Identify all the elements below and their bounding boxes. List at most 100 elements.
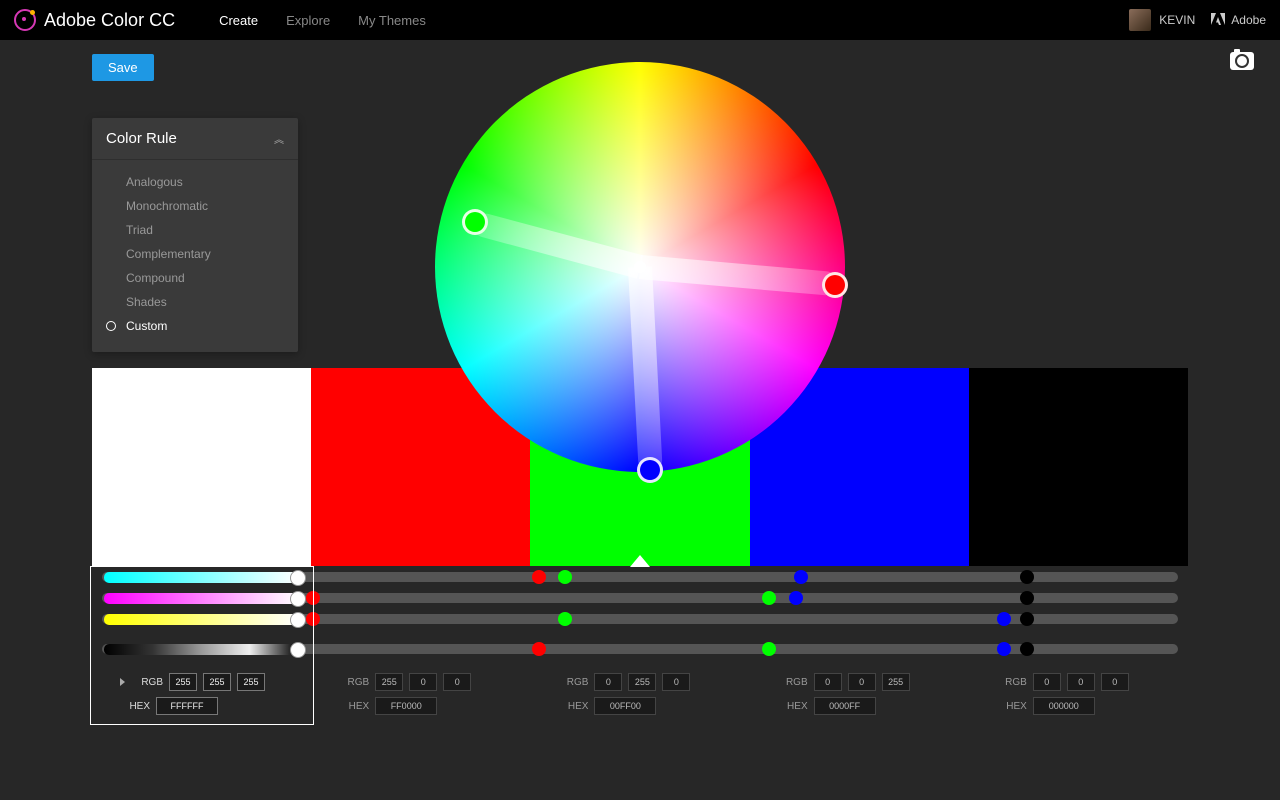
user-menu[interactable]: KEVIN (1129, 9, 1195, 31)
hex-value-input[interactable]: 00FF00 (594, 697, 656, 715)
slider-handle[interactable] (762, 591, 776, 605)
slider-handle[interactable] (290, 642, 306, 658)
slider-handle[interactable] (558, 570, 572, 584)
top-bar: Adobe Color CC Create Explore My Themes … (0, 0, 1280, 40)
hex-value-input[interactable]: 000000 (1033, 697, 1095, 715)
rgb-value-input[interactable]: 255 (237, 673, 265, 691)
slider-handle[interactable] (762, 642, 776, 656)
gradient-track[interactable] (104, 572, 298, 583)
rgb-value-input[interactable]: 0 (443, 673, 471, 691)
rule-item-shades[interactable]: Shades (92, 290, 298, 314)
rgb-value-input[interactable]: 0 (814, 673, 842, 691)
swatch-white[interactable] (92, 368, 311, 566)
wheel-spoke (639, 255, 838, 296)
slider-handle[interactable] (997, 612, 1011, 626)
slider-handle[interactable] (290, 591, 306, 607)
rgb-value-input[interactable]: 0 (409, 673, 437, 691)
slider-handle[interactable] (1020, 591, 1034, 605)
rule-item-analogous[interactable]: Analogous (92, 170, 298, 194)
hex-label: HEX (997, 701, 1027, 712)
slider-handle[interactable] (290, 570, 306, 586)
rgb-value-input[interactable]: 255 (882, 673, 910, 691)
readout-col-1: RGB 255 00 HEX FF0000 (311, 661, 530, 721)
rule-item-monochromatic[interactable]: Monochromatic (92, 194, 298, 218)
nav-explore[interactable]: Explore (286, 13, 330, 28)
hex-label: HEX (120, 701, 150, 712)
rgb-value-input[interactable]: 255 (375, 673, 403, 691)
rgb-label: RGB (558, 677, 588, 688)
main-nav: Create Explore My Themes (219, 13, 426, 28)
readout-col-0: RGB255255255HEXFFFFFF (92, 661, 311, 721)
hex-value-input[interactable]: FFFFFF (156, 697, 218, 715)
color-wheel[interactable] (435, 62, 845, 472)
readout-col-3: RGB 00 255 HEX 0000FF (750, 661, 969, 721)
rgb-value-input[interactable]: 255 (169, 673, 197, 691)
gradient-track[interactable] (104, 593, 298, 604)
gradient-track[interactable] (104, 644, 298, 655)
rgb-label: RGB (339, 677, 369, 688)
slider-handle[interactable] (1020, 642, 1034, 656)
rgb-value-input[interactable]: 255 (203, 673, 231, 691)
app-logo: Adobe Color CC (14, 9, 175, 31)
readout-row: RGB255255255HEXFFFFFFRGB25500HEXFF0000RG… (92, 661, 1188, 721)
color-rule-panel: Color Rule ︽ AnalogousMonochromaticTriad… (92, 118, 298, 352)
wheel-spoke (471, 211, 643, 279)
rgb-value-input[interactable]: 0 (662, 673, 690, 691)
color-rule-header[interactable]: Color Rule ︽ (92, 118, 298, 160)
slider-row-2 (92, 610, 1188, 628)
slider-handle[interactable] (532, 570, 546, 584)
triangle-right-icon (120, 678, 125, 686)
slider-row-1 (92, 589, 1188, 607)
slider-row-3 (92, 640, 1188, 658)
color-rule-title: Color Rule (106, 130, 177, 147)
slider-handle[interactable] (1020, 570, 1034, 584)
wheel-handle-red[interactable] (822, 272, 848, 298)
slider-handle[interactable] (290, 612, 306, 628)
slider-handle[interactable] (558, 612, 572, 626)
slider-area (92, 568, 1188, 661)
wheel-handle-green[interactable] (462, 209, 488, 235)
wheel-spoke (628, 266, 663, 472)
rgb-label: RGB (778, 677, 808, 688)
hex-label: HEX (778, 701, 808, 712)
nav-create[interactable]: Create (219, 13, 258, 28)
chevron-up-icon: ︽ (274, 131, 284, 146)
gradient-track[interactable] (104, 614, 298, 625)
rgb-label: RGB (997, 677, 1027, 688)
avatar (1129, 9, 1151, 31)
slider-handle[interactable] (997, 642, 1011, 656)
rgb-value-input[interactable]: 0 (594, 673, 622, 691)
wheel-handle-white-center[interactable] (634, 261, 646, 273)
logo-icon (14, 9, 36, 31)
color-rule-list: AnalogousMonochromaticTriadComplementary… (92, 160, 298, 352)
rgb-value-input[interactable]: 0 (1033, 673, 1061, 691)
slider-handle[interactable] (532, 642, 546, 656)
wheel-handle-blue[interactable] (637, 457, 663, 483)
camera-button[interactable] (1230, 52, 1254, 70)
rule-item-custom[interactable]: Custom (92, 314, 298, 338)
slider-handle[interactable] (794, 570, 808, 584)
adobe-brand[interactable]: Adobe (1211, 13, 1266, 27)
rgb-value-input[interactable]: 0 (1101, 673, 1129, 691)
slider-handle[interactable] (306, 612, 320, 626)
slider-handle[interactable] (306, 591, 320, 605)
hex-value-input[interactable]: FF0000 (375, 697, 437, 715)
rgb-value-input[interactable]: 0 (1067, 673, 1095, 691)
app-title: Adobe Color CC (44, 10, 175, 31)
slider-handle[interactable] (789, 591, 803, 605)
rgb-value-input[interactable]: 255 (628, 673, 656, 691)
hex-label: HEX (339, 701, 369, 712)
readout-col-4: RGB000HEX000000 (969, 661, 1188, 721)
rule-item-triad[interactable]: Triad (92, 218, 298, 242)
user-name: KEVIN (1159, 13, 1195, 27)
hex-value-input[interactable]: 0000FF (814, 697, 876, 715)
swatch-black[interactable] (969, 368, 1188, 566)
adobe-icon (1211, 13, 1225, 27)
adobe-label: Adobe (1231, 13, 1266, 27)
rule-item-complementary[interactable]: Complementary (92, 242, 298, 266)
nav-my-themes[interactable]: My Themes (358, 13, 426, 28)
rgb-value-input[interactable]: 0 (848, 673, 876, 691)
slider-handle[interactable] (1020, 612, 1034, 626)
save-button[interactable]: Save (92, 54, 154, 81)
rule-item-compound[interactable]: Compound (92, 266, 298, 290)
